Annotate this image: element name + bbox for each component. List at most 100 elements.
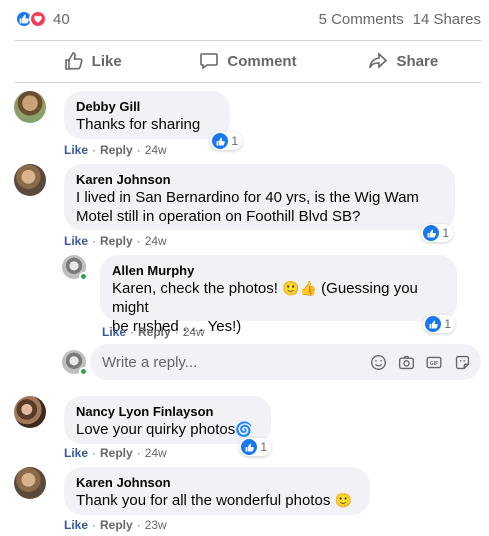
reply-comment: Allen Murphy Karen, check the photos! 🙂👍… bbox=[62, 255, 457, 335]
comment-reaction-badge[interactable]: 1 bbox=[423, 315, 455, 333]
avatar[interactable] bbox=[14, 164, 46, 196]
comment-reply-link[interactable]: Reply bbox=[100, 446, 133, 460]
comment-bubble: Allen Murphy Karen, check the photos! 🙂👍… bbox=[100, 255, 457, 335]
like-reaction-icon bbox=[241, 439, 258, 455]
comment-text-line: I lived in San Bernardino for 40 yrs, is… bbox=[76, 189, 419, 206]
comment-author[interactable]: Karen Johnson bbox=[76, 475, 358, 491]
reaction-count: 1 bbox=[260, 440, 267, 454]
like-button-label: Like bbox=[91, 52, 122, 70]
separator: · bbox=[136, 234, 141, 248]
comment: Nancy Lyon Finlayson Love your quirky ph… bbox=[14, 396, 271, 456]
love-reaction-icon[interactable] bbox=[29, 10, 47, 28]
comment-time[interactable]: 24w bbox=[145, 143, 167, 157]
separator: · bbox=[92, 518, 97, 532]
separator: · bbox=[136, 518, 141, 532]
reaction-count: 1 bbox=[442, 226, 449, 240]
reaction-count: 1 bbox=[444, 317, 451, 331]
separator: · bbox=[136, 446, 141, 460]
separator: · bbox=[130, 325, 135, 339]
comment-text-line: Motel still in operation on Foothill Blv… bbox=[76, 208, 361, 225]
share-button-label: Share bbox=[396, 52, 439, 70]
shares-count[interactable]: 14 Shares bbox=[413, 11, 481, 28]
comment-text: Thank you for all the wonderful photos 🙂 bbox=[76, 491, 358, 510]
comment-reply-link[interactable]: Reply bbox=[138, 325, 171, 339]
avatar[interactable] bbox=[62, 255, 88, 281]
comment-icon bbox=[200, 53, 219, 70]
comment-like-link[interactable]: Like bbox=[64, 446, 88, 460]
avatar[interactable] bbox=[14, 91, 46, 123]
comment-like-link[interactable]: Like bbox=[102, 325, 126, 339]
comment-text: Thanks for sharing bbox=[76, 116, 201, 133]
comment-bubble: Nancy Lyon Finlayson Love your quirky ph… bbox=[64, 396, 271, 456]
comment-like-link[interactable]: Like bbox=[64, 518, 88, 532]
comment-time[interactable]: 24w bbox=[183, 325, 205, 339]
comment-actions: Like · Reply · 24w bbox=[64, 446, 167, 460]
post-actions: Like Comment Share bbox=[15, 42, 481, 80]
thumbs-up-icon bbox=[64, 52, 83, 70]
comment-reply-link[interactable]: Reply bbox=[100, 518, 133, 532]
avatar[interactable] bbox=[14, 467, 46, 499]
comment-text-line: Love your quirky photos bbox=[76, 421, 236, 438]
emoji-icon[interactable] bbox=[369, 353, 387, 371]
share-button[interactable]: Share bbox=[326, 42, 481, 80]
comment-text-line: Karen, check the photos! bbox=[112, 280, 278, 297]
reply-composer: GIF bbox=[90, 344, 481, 380]
comment-author[interactable]: Debby Gill bbox=[76, 99, 218, 115]
comment-text-line: Thank you for all the wonderful photos bbox=[76, 492, 331, 509]
comments-count[interactable]: 5 Comments bbox=[319, 11, 404, 28]
online-status-icon bbox=[79, 367, 88, 376]
camera-icon[interactable] bbox=[397, 353, 415, 371]
like-button[interactable]: Like bbox=[15, 42, 170, 80]
comment-bubble: Karen Johnson Thank you for all the wond… bbox=[64, 467, 370, 515]
comment-text: I lived in San Bernardino for 40 yrs, is… bbox=[76, 188, 443, 226]
current-user-avatar[interactable] bbox=[62, 350, 88, 376]
comment-bubble: Debby Gill Thanks for sharing 1 bbox=[64, 91, 242, 150]
comment-button-label: Comment bbox=[227, 52, 297, 70]
comment-bubble: Karen Johnson I lived in San Bernardino … bbox=[64, 164, 455, 242]
comment: Karen Johnson Thank you for all the wond… bbox=[14, 467, 370, 515]
reply-input[interactable] bbox=[102, 353, 369, 371]
comment-text: Love your quirky photos🌀 bbox=[76, 420, 259, 439]
thumbs-up-emoji-icon: 👍 bbox=[299, 280, 317, 296]
comment-time[interactable]: 23w bbox=[145, 518, 167, 532]
comment-author[interactable]: Allen Murphy bbox=[112, 263, 445, 279]
reaction-count: 1 bbox=[231, 134, 238, 148]
divider bbox=[15, 40, 481, 41]
comment-actions: Like · Reply · 24w bbox=[102, 325, 205, 339]
comment-reply-link[interactable]: Reply bbox=[100, 234, 133, 248]
comment-time[interactable]: 24w bbox=[145, 234, 167, 248]
comment-actions: Like · Reply · 23w bbox=[64, 518, 167, 532]
separator: · bbox=[174, 325, 179, 339]
like-reaction-icon bbox=[425, 316, 442, 332]
avatar[interactable] bbox=[14, 396, 46, 428]
smile-emoji-icon: 🙂 bbox=[334, 492, 352, 508]
comment-like-link[interactable]: Like bbox=[64, 143, 88, 157]
separator: · bbox=[136, 143, 141, 157]
comment-reaction-badge[interactable]: 1 bbox=[210, 132, 242, 150]
comment-author[interactable]: Karen Johnson bbox=[76, 172, 443, 188]
comment: Karen Johnson I lived in San Bernardino … bbox=[14, 164, 455, 242]
reaction-stats-bar: 40 5 Comments 14 Shares bbox=[0, 0, 489, 38]
comment-actions: Like · Reply · 24w bbox=[64, 143, 167, 157]
gif-icon[interactable]: GIF bbox=[425, 353, 443, 371]
sticker-icon[interactable] bbox=[453, 353, 471, 371]
comment: Debby Gill Thanks for sharing 1 bbox=[14, 91, 242, 150]
like-reaction-icon bbox=[212, 133, 229, 149]
share-icon bbox=[369, 52, 388, 69]
comment-author[interactable]: Nancy Lyon Finlayson bbox=[76, 404, 259, 420]
like-reaction-icon bbox=[423, 225, 440, 241]
comment-time[interactable]: 24w bbox=[145, 446, 167, 460]
separator: · bbox=[92, 446, 97, 460]
smile-emoji-icon: 🙂 bbox=[282, 280, 300, 296]
comment-reaction-badge[interactable]: 1 bbox=[239, 438, 271, 456]
comment-actions: Like · Reply · 24w bbox=[64, 234, 167, 248]
comment-reaction-badge[interactable]: 1 bbox=[421, 224, 453, 242]
comment-button[interactable]: Comment bbox=[170, 42, 325, 80]
svg-text:GIF: GIF bbox=[430, 361, 439, 367]
comment-like-link[interactable]: Like bbox=[64, 234, 88, 248]
separator: · bbox=[92, 143, 97, 157]
swirl-emoji-icon: 🌀 bbox=[235, 421, 253, 437]
reaction-count[interactable]: 40 bbox=[53, 11, 70, 28]
online-status-icon bbox=[79, 272, 88, 281]
comment-reply-link[interactable]: Reply bbox=[100, 143, 133, 157]
